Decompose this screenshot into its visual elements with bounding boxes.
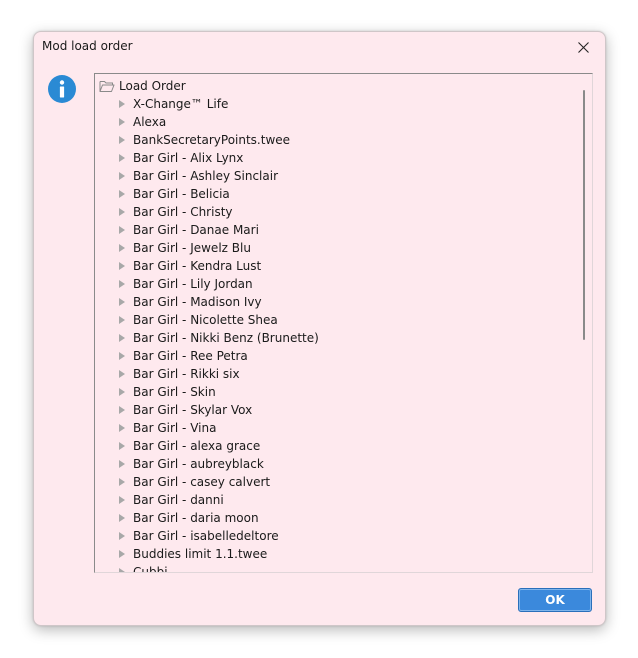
chevron-right-icon[interactable] [119, 568, 125, 572]
tree-item[interactable]: Bar Girl - Nicolette Shea [117, 311, 319, 329]
ok-button[interactable]: OK [518, 588, 592, 612]
tree-item[interactable]: Bar Girl - isabelledeltore [117, 527, 319, 545]
chevron-right-icon[interactable] [119, 118, 125, 126]
chevron-right-icon[interactable] [119, 226, 125, 234]
tree-root[interactable]: Load Order [99, 77, 186, 95]
info-icon [48, 75, 76, 103]
chevron-right-icon[interactable] [119, 370, 125, 378]
tree-item[interactable]: Bar Girl - Lily Jordan [117, 275, 319, 293]
chevron-right-icon[interactable] [119, 334, 125, 342]
tree-item[interactable]: Bar Girl - Nikki Benz (Brunette) [117, 329, 319, 347]
tree-item-label: Bar Girl - Ashley Sinclair [133, 169, 279, 183]
tree-item-label: Bar Girl - isabelledeltore [133, 529, 279, 543]
tree-item[interactable]: Bar Girl - Kendra Lust [117, 257, 319, 275]
chevron-right-icon[interactable] [119, 100, 125, 108]
chevron-right-icon[interactable] [119, 406, 125, 414]
chevron-right-icon[interactable] [119, 280, 125, 288]
tree-item-label: BankSecretaryPoints.twee [133, 133, 291, 147]
chevron-right-icon[interactable] [119, 154, 125, 162]
tree-item[interactable]: Bar Girl - Skin [117, 383, 319, 401]
tree-item-label: Bar Girl - Rikki six [133, 367, 240, 381]
chevron-right-icon[interactable] [119, 208, 125, 216]
chevron-right-icon[interactable] [119, 244, 125, 252]
tree-item-label: Bar Girl - Danae Mari [133, 223, 259, 237]
tree-item[interactable]: Bar Girl - Christy [117, 203, 319, 221]
tree-item-label: Bar Girl - casey calvert [133, 475, 271, 489]
chevron-right-icon[interactable] [119, 262, 125, 270]
tree-item[interactable]: Bar Girl - Rikki six [117, 365, 319, 383]
tree-item[interactable]: Bar Girl - casey calvert [117, 473, 319, 491]
chevron-right-icon[interactable] [119, 496, 125, 504]
tree-item-label: Buddies limit 1.1.twee [133, 547, 268, 561]
close-icon [577, 41, 589, 53]
tree-item[interactable]: Buddies limit 1.1.twee [117, 545, 319, 563]
chevron-right-icon[interactable] [119, 172, 125, 180]
tree-item[interactable]: Bar Girl - danni [117, 491, 319, 509]
tree-item[interactable]: Bar Girl - Ree Petra [117, 347, 319, 365]
tree-item-label: Bar Girl - aubreyblack [133, 457, 264, 471]
tree-item-list: X-Change™ Life Alexa BankSecretaryPoints.t… [117, 95, 319, 572]
tree-item[interactable]: X-Change™ Life [117, 95, 319, 113]
load-order-tree[interactable]: Load Order X-Change™ Life Alexa BankSecret… [94, 73, 593, 573]
tree-item[interactable]: Bar Girl - Madison Ivy [117, 293, 319, 311]
title-bar: Mod load order [34, 32, 605, 62]
tree-item[interactable]: Bar Girl - aubreyblack [117, 455, 319, 473]
tree-item-label: Bar Girl - Nikki Benz (Brunette) [133, 331, 319, 345]
chevron-right-icon[interactable] [119, 442, 125, 450]
tree-item-label: Bar Girl - danni [133, 493, 224, 507]
chevron-right-icon[interactable] [119, 514, 125, 522]
chevron-right-icon[interactable] [119, 460, 125, 468]
tree-item-label: X-Change™ Life [133, 97, 229, 111]
tree-item-label: Bar Girl - Ree Petra [133, 349, 248, 363]
chevron-right-icon[interactable] [119, 352, 125, 360]
tree-item[interactable]: Bar Girl - alexa grace [117, 437, 319, 455]
chevron-right-icon[interactable] [119, 136, 125, 144]
tree-item-label: Bar Girl - Skin [133, 385, 216, 399]
tree-item-label: Bar Girl - Nicolette Shea [133, 313, 278, 327]
chevron-right-icon[interactable] [119, 190, 125, 198]
chevron-right-icon[interactable] [119, 298, 125, 306]
tree-item[interactable]: Bar Girl - Skylar Vox [117, 401, 319, 419]
tree-item-label: Bar Girl - alexa grace [133, 439, 261, 453]
chevron-right-icon[interactable] [119, 478, 125, 486]
tree-item-label: Bar Girl - Kendra Lust [133, 259, 262, 273]
tree-item-label: Bar Girl - Vina [133, 421, 217, 435]
chevron-right-icon[interactable] [119, 316, 125, 324]
tree-item-label: Bar Girl - Lily Jordan [133, 277, 253, 291]
window-title: Mod load order [42, 39, 133, 53]
tree-item[interactable]: Alexa [117, 113, 319, 131]
tree-item-label: Bar Girl - Skylar Vox [133, 403, 253, 417]
chevron-right-icon[interactable] [119, 424, 125, 432]
tree-item[interactable]: Bar Girl - Belicia [117, 185, 319, 203]
tree-item[interactable]: Bar Girl - Danae Mari [117, 221, 319, 239]
tree-item[interactable]: Bar Girl - daria moon [117, 509, 319, 527]
tree-item-label: Bar Girl - Madison Ivy [133, 295, 262, 309]
tree-item[interactable]: Bar Girl - Vina [117, 419, 319, 437]
tree-item[interactable]: Cubbi [117, 563, 319, 572]
vertical-scrollbar[interactable] [576, 74, 592, 572]
scrollbar-thumb[interactable] [583, 90, 585, 340]
tree-item-label: Bar Girl - daria moon [133, 511, 259, 525]
chevron-right-icon[interactable] [119, 550, 125, 558]
tree-item[interactable]: BankSecretaryPoints.twee [117, 131, 319, 149]
tree-item-label: Cubbi [133, 565, 168, 572]
tree-root-label: Load Order [119, 79, 186, 93]
tree-item[interactable]: Bar Girl - Alix Lynx [117, 149, 319, 167]
folder-open-icon [99, 81, 115, 92]
tree-item-label: Bar Girl - Jewelz Blu [133, 241, 251, 255]
tree-item-label: Bar Girl - Belicia [133, 187, 230, 201]
close-button[interactable] [561, 32, 605, 62]
chevron-right-icon[interactable] [119, 532, 125, 540]
tree-item-label: Bar Girl - Christy [133, 205, 233, 219]
tree-item[interactable]: Bar Girl - Ashley Sinclair [117, 167, 319, 185]
chevron-right-icon[interactable] [119, 388, 125, 396]
mod-load-order-dialog: Mod load order Load Order X-Change™ Life… [33, 31, 606, 626]
tree-viewport: Load Order X-Change™ Life Alexa BankSecret… [95, 74, 576, 572]
tree-item[interactable]: Bar Girl - Jewelz Blu [117, 239, 319, 257]
tree-item-label: Bar Girl - Alix Lynx [133, 151, 244, 165]
tree-item-label: Alexa [133, 115, 167, 129]
